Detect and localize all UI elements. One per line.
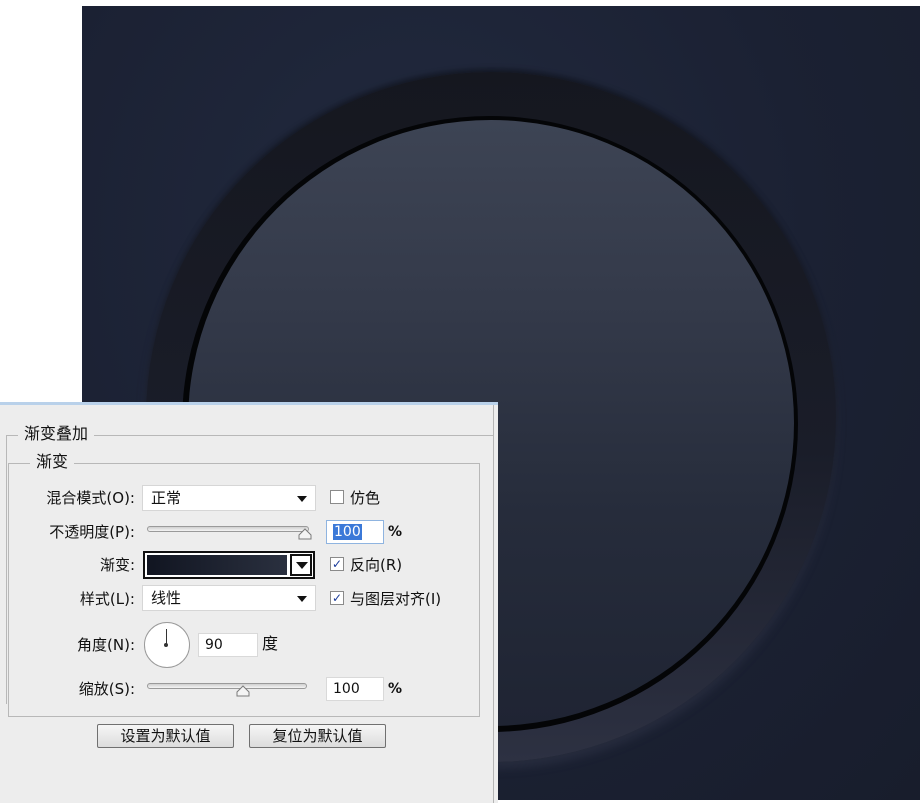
gradient-label: 渐变:: [99, 556, 135, 574]
style-select[interactable]: 线性: [142, 585, 316, 611]
dither-label: 仿色: [350, 489, 381, 507]
section-title: 渐变叠加: [18, 425, 95, 443]
gradient-picker[interactable]: [143, 551, 315, 579]
angle-unit: 度: [262, 634, 279, 653]
chevron-down-icon: [296, 562, 308, 569]
scale-unit: %: [388, 681, 403, 697]
gradient-preview[interactable]: [147, 555, 287, 575]
chevron-down-icon: [297, 596, 307, 602]
scale-value: 100: [333, 681, 360, 697]
angle-label: 角度(N):: [77, 636, 135, 654]
blend-mode-value: 正常: [151, 489, 182, 507]
gradient-dropdown-button[interactable]: [290, 554, 312, 576]
align-with-layer-label: 与图层对齐(I): [350, 590, 442, 608]
opacity-value: 100: [333, 524, 362, 540]
scale-slider-thumb[interactable]: [236, 685, 250, 697]
chevron-down-icon: [297, 496, 307, 502]
blend-mode-select[interactable]: 正常: [142, 485, 316, 511]
dialog-right-border: [493, 405, 494, 803]
check-icon: ✓: [331, 591, 343, 605]
reverse-label: 反向(R): [350, 556, 403, 574]
angle-input[interactable]: 90: [198, 633, 258, 657]
gradient-overlay-dialog: 渐变叠加 渐变 混合模式(O): 正常 仿色 不透明度(P): 100 % 渐变…: [0, 402, 498, 803]
angle-value: 90: [205, 637, 223, 653]
opacity-slider-thumb[interactable]: [298, 528, 312, 540]
angle-dial[interactable]: [144, 622, 190, 668]
align-with-layer-checkbox[interactable]: ✓: [330, 591, 344, 605]
opacity-label: 不透明度(P):: [49, 523, 135, 541]
scale-slider[interactable]: [147, 683, 307, 689]
opacity-unit: %: [388, 524, 403, 540]
blend-mode-label: 混合模式(O):: [46, 489, 135, 507]
style-label: 样式(L):: [79, 590, 135, 608]
opacity-input[interactable]: 100: [326, 520, 384, 544]
dither-checkbox[interactable]: [330, 490, 344, 504]
opacity-slider[interactable]: [147, 526, 309, 532]
make-default-button[interactable]: 设置为默认值: [97, 724, 234, 748]
reverse-checkbox[interactable]: ✓: [330, 557, 344, 571]
reset-default-button[interactable]: 复位为默认值: [249, 724, 386, 748]
scale-input[interactable]: 100: [326, 677, 384, 701]
check-icon: ✓: [331, 557, 343, 571]
scale-label: 缩放(S):: [78, 680, 135, 698]
angle-center-dot: [164, 643, 168, 647]
style-value: 线性: [151, 589, 182, 607]
gradient-group-title: 渐变: [30, 453, 75, 471]
